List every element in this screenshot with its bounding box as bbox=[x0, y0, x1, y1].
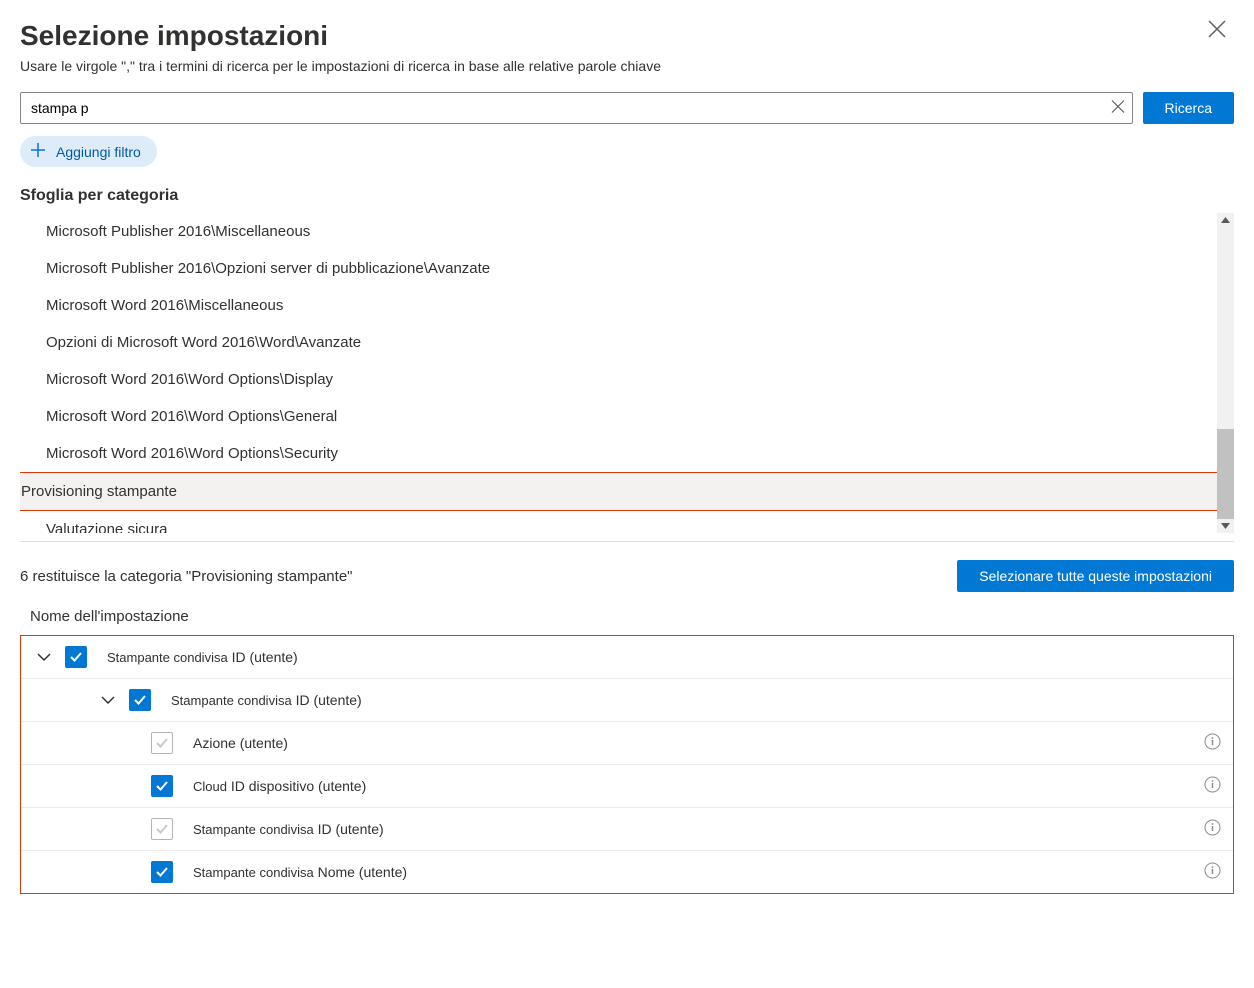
setting-label: Azione (utente) bbox=[193, 735, 288, 751]
close-icon[interactable] bbox=[1208, 20, 1226, 41]
checkbox[interactable] bbox=[151, 861, 173, 883]
category-item[interactable]: Microsoft Word 2016\Word Options\Securit… bbox=[46, 435, 1234, 472]
chevron-down-icon[interactable] bbox=[33, 646, 55, 668]
category-item[interactable]: Microsoft Word 2016\Miscellaneous bbox=[46, 287, 1234, 324]
setting-row[interactable]: Stampante condivisa ID (utente) bbox=[21, 679, 1233, 722]
category-item[interactable]: Microsoft Publisher 2016\Miscellaneous bbox=[46, 213, 1234, 250]
category-item[interactable]: Microsoft Word 2016\Word Options\Display bbox=[46, 361, 1234, 398]
setting-row[interactable]: Azione (utente) bbox=[21, 722, 1233, 765]
add-filter-button[interactable]: Aggiungi filtro bbox=[20, 136, 157, 167]
setting-label: Stampante condivisa ID (utente) bbox=[193, 821, 384, 837]
scroll-up-icon[interactable] bbox=[1217, 213, 1234, 227]
setting-row[interactable]: Stampante condivisa ID (utente) bbox=[21, 636, 1233, 679]
select-all-button[interactable]: Selezionare tutte queste impostazioni bbox=[957, 560, 1234, 592]
scroll-thumb[interactable] bbox=[1217, 429, 1234, 519]
checkbox[interactable] bbox=[129, 689, 151, 711]
clear-icon[interactable] bbox=[1111, 100, 1125, 117]
search-input[interactable] bbox=[20, 92, 1133, 124]
plus-icon bbox=[30, 142, 46, 161]
checkbox[interactable] bbox=[151, 732, 173, 754]
browse-label: Sfoglia per categoria bbox=[20, 187, 1234, 205]
checkbox[interactable] bbox=[151, 775, 173, 797]
column-header: Nome dell'impostazione bbox=[20, 608, 1234, 625]
add-filter-label: Aggiungi filtro bbox=[56, 144, 141, 160]
category-item[interactable]: Microsoft Publisher 2016\Opzioni server … bbox=[46, 250, 1234, 287]
info-icon[interactable] bbox=[1204, 733, 1221, 753]
category-item[interactable]: Opzioni di Microsoft Word 2016\Word\Avan… bbox=[46, 324, 1234, 361]
setting-row[interactable]: Stampante condivisa ID (utente) bbox=[21, 808, 1233, 851]
setting-label: Cloud ID dispositivo (utente) bbox=[193, 778, 366, 794]
setting-label: Stampante condivisa ID (utente) bbox=[171, 692, 362, 708]
category-item[interactable]: Valutazione sicura bbox=[46, 511, 1234, 533]
results-count: 6 restituisce la categoria "Provisioning… bbox=[20, 568, 352, 585]
search-button[interactable]: Ricerca bbox=[1143, 92, 1234, 124]
info-icon[interactable] bbox=[1204, 862, 1221, 882]
setting-label: Stampante condivisa Nome (utente) bbox=[193, 864, 407, 880]
page-title: Selezione impostazioni bbox=[20, 20, 1234, 52]
divider bbox=[20, 541, 1234, 542]
info-icon[interactable] bbox=[1204, 776, 1221, 796]
page-subtitle: Usare le virgole "," tra i termini di ri… bbox=[20, 58, 1234, 74]
checkbox[interactable] bbox=[151, 818, 173, 840]
setting-row[interactable]: Cloud ID dispositivo (utente) bbox=[21, 765, 1233, 808]
scroll-down-icon[interactable] bbox=[1217, 519, 1234, 533]
category-item-selected[interactable]: Provisioning stampante bbox=[20, 472, 1234, 511]
info-icon[interactable] bbox=[1204, 819, 1221, 839]
setting-row[interactable]: Stampante condivisa Nome (utente) bbox=[21, 851, 1233, 893]
category-item[interactable]: Microsoft Word 2016\Word Options\General bbox=[46, 398, 1234, 435]
checkbox[interactable] bbox=[65, 646, 87, 668]
scrollbar[interactable] bbox=[1217, 213, 1234, 533]
chevron-down-icon[interactable] bbox=[97, 689, 119, 711]
setting-label: Stampante condivisa ID (utente) bbox=[107, 649, 298, 665]
